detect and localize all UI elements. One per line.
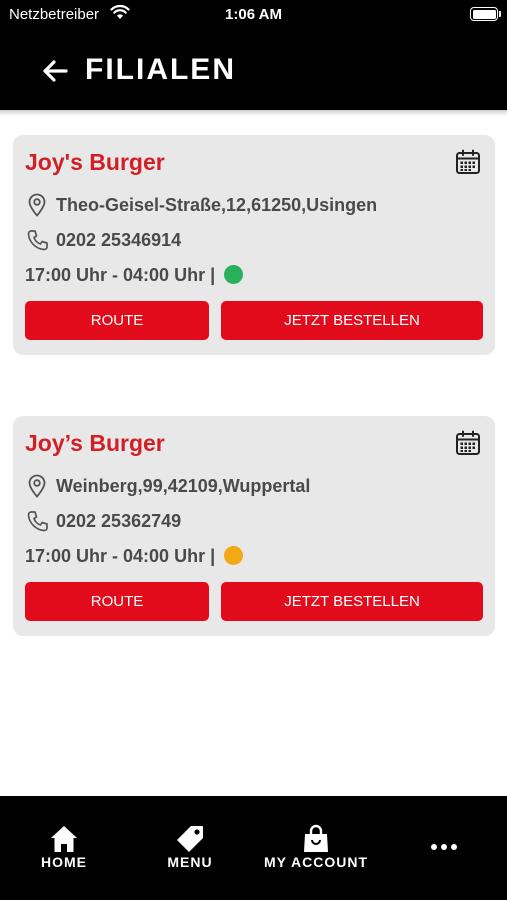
tag-icon [177, 826, 203, 852]
header-shadow [0, 110, 507, 116]
nav-item-my-account[interactable]: MY ACCOUNT [256, 824, 376, 870]
phone-icon [27, 230, 48, 251]
nav-item-menu[interactable]: MENU [130, 824, 250, 870]
back-arrow-icon[interactable] [40, 58, 70, 84]
nav-item-more[interactable] [384, 824, 504, 862]
calendar-icon[interactable] [455, 430, 481, 456]
nav-label-home: HOME [41, 854, 87, 870]
nav-label-my-account: MY ACCOUNT [263, 854, 369, 870]
bottom-nav: HOME MENU MY ACCOUNT [0, 796, 507, 900]
branch-name: Joy's Burger [25, 149, 165, 175]
branch-phone[interactable]: 0202 25346914 [56, 230, 181, 251]
location-pin-icon [28, 474, 46, 498]
calendar-icon[interactable] [455, 149, 481, 175]
branch-hours: 17:00 Uhr - 04:00 Uhr | [25, 265, 216, 285]
home-icon [51, 826, 77, 852]
clock: 1:06 AM [225, 6, 282, 23]
branch-phone[interactable]: 0202 25362749 [56, 511, 181, 532]
open-status-dot [224, 546, 243, 565]
app-header: FILIALEN [0, 28, 507, 110]
battery-level [472, 9, 496, 19]
open-status-dot [224, 265, 243, 284]
branch-card: Joy’s Burger Weinberg,99,42109,Wuppertal… [13, 416, 495, 636]
nav-item-home[interactable]: HOME [4, 824, 124, 870]
order-now-button[interactable]: JETZT BESTELLEN [221, 301, 483, 340]
route-button[interactable]: ROUTE [25, 301, 209, 340]
branch-card: Joy's Burger Theo-Geisel-Straße,12,61250… [13, 135, 495, 355]
branch-name: Joy’s Burger [25, 430, 165, 456]
page-title: FILIALEN [85, 53, 236, 86]
order-now-button[interactable]: JETZT BESTELLEN [221, 582, 483, 621]
branch-address: Theo-Geisel-Straße,12,61250,Usingen [56, 195, 378, 215]
battery-tip [499, 11, 501, 17]
nav-label-menu: MENU [167, 854, 213, 870]
branch-hours: 17:00 Uhr - 04:00 Uhr | [25, 546, 216, 566]
branch-address: Weinberg,99,42109,Wuppertal [56, 476, 311, 496]
battery-icon [470, 7, 498, 21]
location-pin-icon [28, 193, 46, 217]
phone-icon [27, 511, 48, 532]
status-bar: Netzbetreiber 1:06 AM [0, 0, 507, 28]
route-button[interactable]: ROUTE [25, 582, 209, 621]
shopping-bag-icon [304, 824, 328, 852]
more-icon [431, 844, 457, 850]
